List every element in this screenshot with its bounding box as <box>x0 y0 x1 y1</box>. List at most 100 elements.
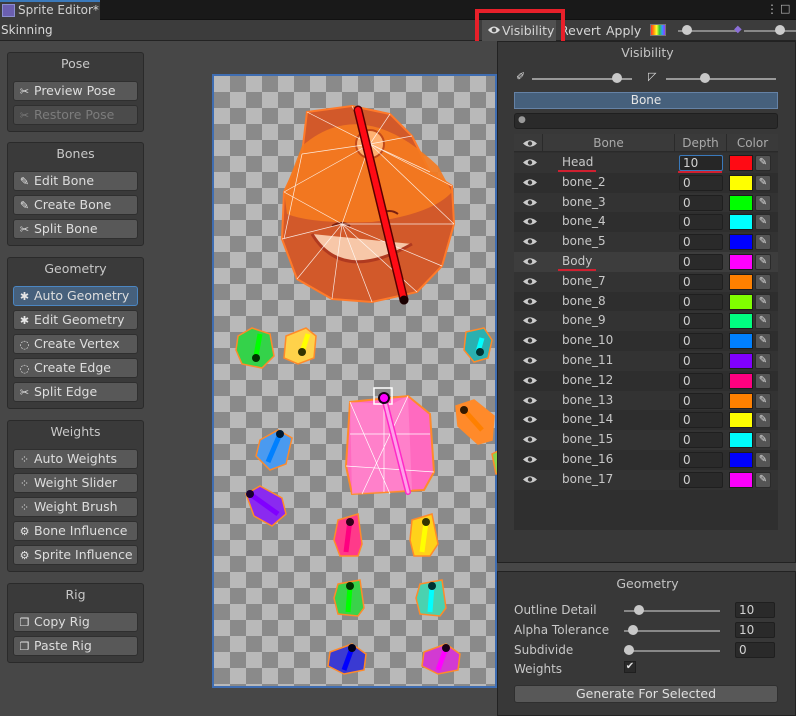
bone-depth-field[interactable]: 0 <box>679 254 723 270</box>
bone-depth-field[interactable]: 0 <box>679 194 723 211</box>
eye-icon[interactable] <box>522 296 538 307</box>
bone-row[interactable]: bone_9 0 ✎ <box>514 311 778 332</box>
bone-name[interactable]: bone_16 <box>562 450 613 469</box>
zoom-slider-knob[interactable] <box>682 25 692 35</box>
eyedropper-icon[interactable]: ✎ <box>755 412 771 429</box>
bone-name[interactable]: bone_4 <box>562 212 606 231</box>
bone-row[interactable]: bone_4 0 ✎ <box>514 212 778 233</box>
bone-name[interactable]: bone_5 <box>562 232 606 251</box>
eyedropper-icon[interactable]: ✎ <box>755 214 771 231</box>
bone-color-swatch[interactable] <box>729 174 753 191</box>
bone-depth-field[interactable]: 0 <box>679 234 723 251</box>
bone-color-swatch[interactable] <box>729 214 753 231</box>
bone-depth-field[interactable]: 0 <box>679 273 723 290</box>
bone-depth-field[interactable]: 0 <box>679 452 723 468</box>
bone-opacity-knob[interactable] <box>612 73 622 83</box>
eye-icon[interactable] <box>522 216 538 227</box>
bone-name[interactable]: bone_10 <box>562 331 613 350</box>
bone-row[interactable]: Body 0 ✎ <box>514 252 778 272</box>
eye-icon[interactable] <box>522 256 538 267</box>
bone-depth-field[interactable]: 0 <box>679 353 723 369</box>
bone-depth-field[interactable]: 0 <box>679 471 723 488</box>
bone-row[interactable]: bone_17 0 ✎ <box>514 469 778 490</box>
bone-name[interactable]: bone_2 <box>562 173 606 192</box>
bone-depth-field[interactable]: 0 <box>679 412 723 429</box>
eye-icon[interactable] <box>522 157 538 168</box>
weights-checkbox[interactable]: ✔ <box>624 661 636 673</box>
eye-icon[interactable] <box>522 395 538 406</box>
bone-depth-field[interactable]: 0 <box>679 293 723 310</box>
split-bone-button[interactable]: ✂ Split Bone <box>13 219 138 239</box>
bone-color-swatch[interactable] <box>729 412 753 429</box>
bone-name[interactable]: bone_8 <box>562 292 606 311</box>
eyedropper-icon[interactable]: ✎ <box>755 353 771 369</box>
bone-name[interactable]: bone_9 <box>562 311 606 330</box>
kebab-menu-icon[interactable]: ⋮ <box>766 2 778 16</box>
column-bone[interactable]: Bone <box>542 134 674 152</box>
bone-name[interactable]: bone_17 <box>562 470 613 489</box>
bone-color-swatch[interactable] <box>729 392 753 409</box>
eyedropper-icon[interactable]: ✎ <box>755 333 771 350</box>
eye-icon[interactable] <box>522 474 538 485</box>
bone-name[interactable]: bone_14 <box>562 410 613 429</box>
color-toggle-icon[interactable] <box>650 24 666 36</box>
eye-icon[interactable] <box>522 335 538 346</box>
bone-depth-field[interactable]: 0 <box>679 432 723 449</box>
bone-depth-field[interactable]: 10 <box>679 155 723 171</box>
tab-sprite-editor[interactable]: Sprite Editor* <box>0 0 100 20</box>
eye-icon[interactable] <box>522 177 538 188</box>
bone-color-swatch[interactable] <box>729 194 753 211</box>
bone-row[interactable]: bone_14 0 ✎ <box>514 410 778 431</box>
bone-row[interactable]: bone_16 0 ✎ <box>514 450 778 470</box>
create-edge-button[interactable]: ◌ Create Edge <box>13 358 138 378</box>
bone-row[interactable]: bone_10 0 ✎ <box>514 331 778 352</box>
bone-search-input[interactable]: ● <box>514 113 778 129</box>
split-edge-button[interactable]: ✂ Split Edge <box>13 382 138 402</box>
subdivide-slider[interactable] <box>624 650 720 652</box>
generate-for-selected-button[interactable]: Generate For Selected <box>514 685 778 703</box>
eyedropper-icon[interactable]: ✎ <box>755 194 771 211</box>
bone-color-swatch[interactable] <box>729 432 753 449</box>
eyedropper-icon[interactable]: ✎ <box>755 471 771 488</box>
bone-name[interactable]: bone_11 <box>562 351 613 370</box>
bone-row[interactable]: bone_15 0 ✎ <box>514 430 778 451</box>
eyedropper-icon[interactable]: ✎ <box>755 234 771 251</box>
eyedropper-icon[interactable]: ✎ <box>755 392 771 409</box>
bone-color-swatch[interactable] <box>729 452 753 468</box>
bone-name[interactable]: bone_3 <box>562 193 606 212</box>
bone-color-swatch[interactable] <box>729 333 753 350</box>
weight-slider-button[interactable]: ⁘ Weight Slider <box>13 473 138 493</box>
paste-rig-button[interactable]: ❐ Paste Rig <box>13 636 138 656</box>
bone-color-swatch[interactable] <box>729 471 753 488</box>
outline-detail-knob[interactable] <box>633 605 644 615</box>
create-vertex-button[interactable]: ◌ Create Vertex <box>13 334 138 354</box>
mip-slider-track[interactable] <box>744 30 796 32</box>
alpha-tolerance-field[interactable]: 10 <box>735 622 775 638</box>
eye-icon[interactable] <box>522 315 538 326</box>
apply-button[interactable]: Apply <box>606 20 641 41</box>
mesh-opacity-slider[interactable] <box>666 78 776 80</box>
mip-slider-knob[interactable] <box>775 25 785 35</box>
bone-color-swatch[interactable] <box>729 353 753 369</box>
eye-icon[interactable] <box>522 355 538 366</box>
weight-brush-button[interactable]: ⁘ Weight Brush <box>13 497 138 517</box>
bone-row[interactable]: bone_2 0 ✎ <box>514 172 778 193</box>
bone-depth-field[interactable]: 0 <box>679 174 723 191</box>
eyedropper-icon[interactable]: ✎ <box>755 452 771 468</box>
subdivide-field[interactable]: 0 <box>735 642 775 658</box>
eyedropper-icon[interactable]: ✎ <box>755 254 771 270</box>
bone-row[interactable]: bone_7 0 ✎ <box>514 271 778 292</box>
bone-row[interactable]: bone_8 0 ✎ <box>514 291 778 312</box>
bone-depth-field[interactable]: 0 <box>679 313 723 330</box>
eyedropper-icon[interactable]: ✎ <box>755 155 771 171</box>
bone-row[interactable]: Head 10 ✎ <box>514 153 778 173</box>
copy-rig-button[interactable]: ❐ Copy Rig <box>13 612 138 632</box>
eyedropper-icon[interactable]: ✎ <box>755 372 771 389</box>
bone-color-swatch[interactable] <box>729 293 753 310</box>
outline-detail-field[interactable]: 10 <box>735 602 775 618</box>
mode-dropdown[interactable]: Skinning Editor▼ <box>0 20 98 57</box>
maximize-icon[interactable]: □ <box>780 2 792 16</box>
eye-icon[interactable] <box>522 197 538 208</box>
bone-color-swatch[interactable] <box>729 372 753 389</box>
bone-name[interactable]: bone_13 <box>562 391 613 410</box>
